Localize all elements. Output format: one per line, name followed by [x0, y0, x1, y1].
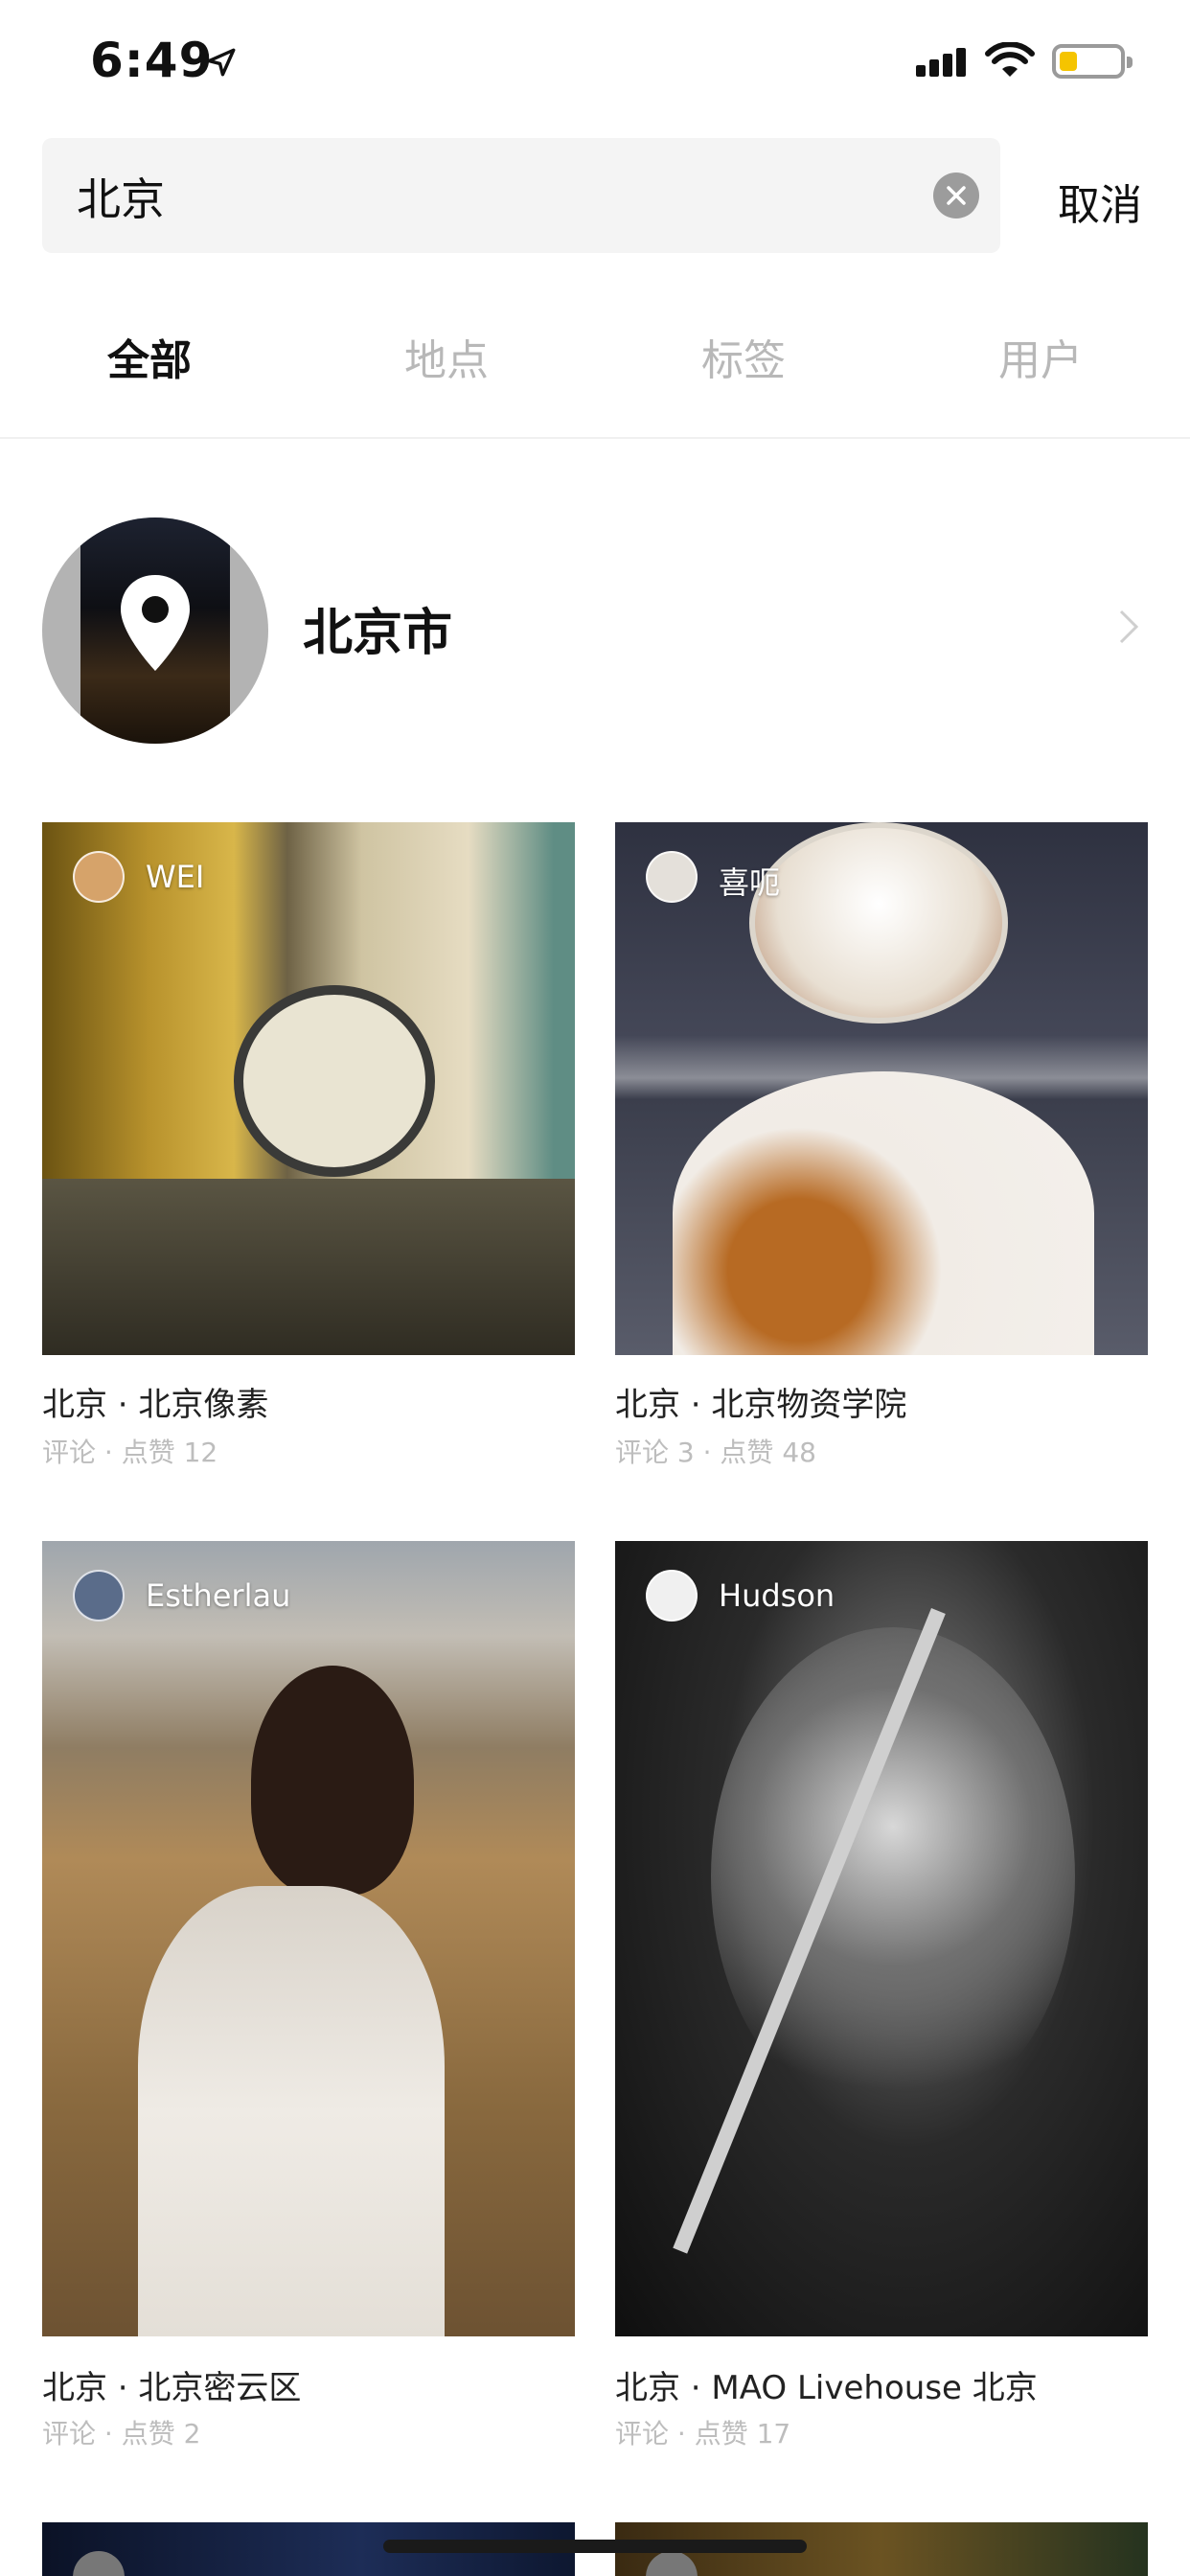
- post-title: 北京 · 北京密云区: [42, 2369, 302, 2407]
- tab-all[interactable]: 全部: [54, 326, 245, 387]
- clock-shape: [234, 985, 435, 1177]
- map-pin-icon: [121, 575, 190, 671]
- tab-tags[interactable]: 标签: [648, 326, 839, 387]
- username: 喜呃: [719, 864, 781, 901]
- username: Estherlau: [146, 1577, 291, 1614]
- post-card[interactable]: WEI 北京 · 北京像素 评论 · 点赞 12: [42, 822, 575, 1474]
- search-bar: [42, 138, 1000, 255]
- wifi-icon: [985, 42, 1035, 77]
- post-image: [615, 1541, 1148, 2336]
- post-image: [615, 822, 1148, 1355]
- cellular-signal-icon: [916, 48, 966, 77]
- tab-users[interactable]: 用户: [945, 326, 1136, 387]
- status-bar: 6:49: [0, 0, 1190, 126]
- avatar: [646, 851, 698, 903]
- location-result-row[interactable]: 北京市: [0, 518, 1190, 744]
- post-image: [42, 822, 575, 1355]
- post-card[interactable]: 喜呃 北京 · 北京物资学院 评论 3 · 点赞 48: [615, 822, 1148, 1474]
- avatar: [73, 1570, 125, 1622]
- post-title: 北京 · 北京像素: [42, 1386, 269, 1424]
- post-title: 北京 · 北京物资学院: [615, 1386, 907, 1424]
- battery-icon: [1052, 44, 1133, 79]
- search-input[interactable]: [75, 138, 922, 255]
- post-image: [42, 1541, 575, 2336]
- username: Hudson: [719, 1577, 835, 1614]
- cancel-button[interactable]: 取消: [1058, 171, 1142, 232]
- post-title: 北京 · MAO Livehouse 北京: [615, 2369, 1038, 2407]
- divider: [0, 437, 1190, 439]
- post-card[interactable]: Hudson 北京 · MAO Livehouse 北京 评论 · 点赞 17: [615, 1541, 1148, 2451]
- location-arrow-icon: [207, 48, 236, 77]
- close-icon: [947, 186, 966, 205]
- avatar: [646, 2551, 698, 2576]
- clear-search-button[interactable]: [933, 172, 979, 218]
- chevron-right-icon: [1119, 610, 1139, 644]
- result-tabs: 全部 地点 标签 用户: [0, 288, 1190, 412]
- avatar: [73, 851, 125, 903]
- post-meta: 评论 · 点赞 12: [42, 1437, 218, 1468]
- post-meta: 评论 · 点赞 17: [615, 2418, 791, 2450]
- post-card[interactable]: Estherlau 北京 · 北京密云区 评论 · 点赞 2: [42, 1541, 575, 2451]
- home-indicator[interactable]: [383, 2540, 807, 2553]
- post-meta: 评论 · 点赞 2: [42, 2418, 201, 2450]
- location-avatar: [42, 518, 268, 744]
- avatar: [646, 1570, 698, 1622]
- username: WEI: [146, 859, 205, 895]
- status-time: 6:49: [90, 33, 214, 88]
- post-meta: 评论 3 · 点赞 48: [615, 1437, 816, 1468]
- location-name: 北京市: [303, 605, 453, 662]
- avatar: [73, 2551, 125, 2576]
- tab-places[interactable]: 地点: [351, 326, 542, 387]
